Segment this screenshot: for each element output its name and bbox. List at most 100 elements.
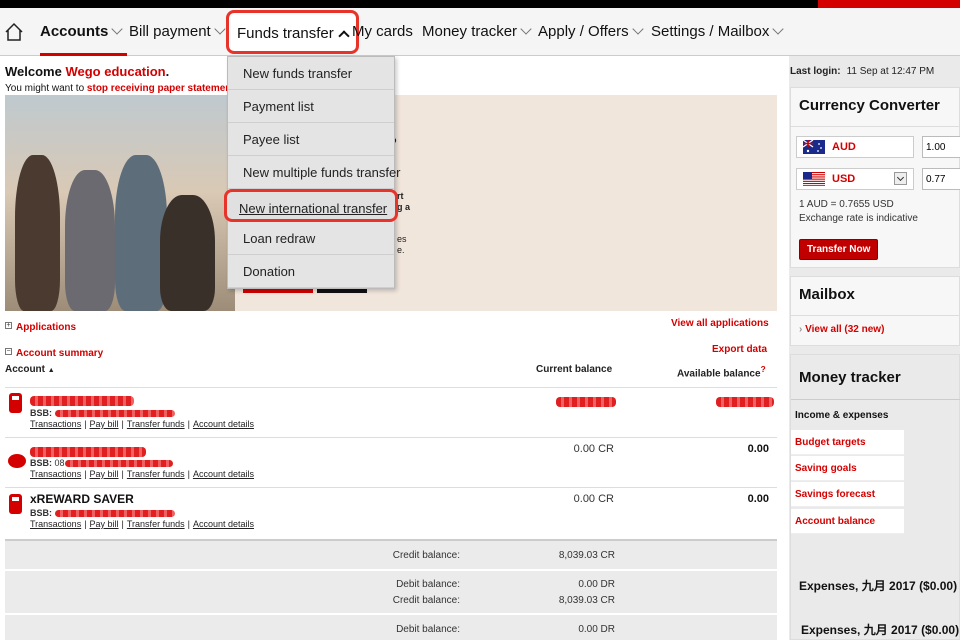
transactions-link[interactable]: Transactions [30, 419, 81, 429]
home-icon[interactable] [4, 8, 24, 56]
currency-converter-panel: Currency Converter AUD USD 1 AUD = 0.765… [790, 87, 960, 268]
nav-apply-offers-label: Apply / Offers [538, 23, 629, 40]
from-currency: AUD [796, 136, 914, 158]
main-nav: Accounts Bill payment Funds transfer My … [0, 8, 960, 56]
nav-accounts[interactable]: Accounts [40, 8, 128, 56]
column-current-balance: Current balance [536, 364, 613, 375]
chevron-down-icon [631, 23, 644, 35]
transactions-link[interactable]: Transactions [30, 469, 81, 479]
chevron-down-icon [772, 23, 785, 35]
saving-goals-link[interactable]: Saving goals [791, 456, 904, 481]
view-all-mail-link[interactable]: › View all (32 new) [799, 324, 884, 335]
nav-funds-transfer-label: Funds transfer [237, 25, 334, 42]
current-balance-redacted [556, 393, 616, 411]
exchange-rate-note: Exchange rate is indicative [799, 213, 918, 224]
total-value: 0.00 DR [578, 579, 615, 590]
account-details-link[interactable]: Account details [193, 519, 254, 529]
calculator-icon [9, 393, 22, 413]
menu-item-new-funds-transfer[interactable]: New funds transfer [228, 57, 394, 90]
expenses-summary: Expenses, 九月 2017 ($0.00) [799, 579, 958, 593]
export-data-link[interactable]: Export data [712, 344, 767, 355]
account-details-link[interactable]: Account details [193, 469, 254, 479]
account-name[interactable]: xREWARD SAVER [30, 492, 134, 506]
menu-item-new-multiple-funds-transfer[interactable]: New multiple funds transfer [228, 156, 401, 189]
applications-label: Applications [16, 322, 77, 333]
nav-funds-transfer[interactable]: Funds transfer [226, 10, 359, 54]
active-indicator [40, 53, 128, 56]
account-links: Transactions | Pay bill | Transfer funds | Acc… [30, 469, 254, 479]
applications-toggle[interactable]: + Applications [5, 317, 76, 335]
chevron-down-icon [894, 172, 907, 185]
menu-item-donation[interactable]: Donation [228, 255, 394, 288]
welcome-suffix: . [165, 64, 170, 79]
available-balance: 0.00 [747, 493, 769, 505]
menu-item-new-international-transfer[interactable]: New international transfer [224, 189, 398, 222]
collapse-icon: − [5, 348, 12, 356]
to-currency-select[interactable]: USD [796, 168, 914, 190]
transfer-funds-link[interactable]: Transfer funds [127, 519, 185, 529]
menu-item-payee-list[interactable]: Payee list [228, 123, 394, 156]
last-login-label: Last login: [790, 66, 841, 77]
stop-paper-statements-link[interactable]: stop receiving paper statements [87, 83, 227, 94]
chevron-down-icon [520, 23, 532, 35]
mailbox-panel: Mailbox › View all (32 new) [790, 276, 960, 346]
nav-bill-payment[interactable]: Bill payment [129, 8, 226, 56]
help-icon[interactable]: ? [761, 364, 766, 374]
income-expenses-heading: Income & expenses [795, 410, 889, 421]
nav-money-tracker[interactable]: Money tracker [422, 8, 532, 56]
bsb-label: BSB: [30, 508, 52, 518]
welcome-name: Wego education [65, 64, 166, 79]
account-summary-toggle[interactable]: − Account summary [5, 343, 103, 361]
expenses-summary: Expenses, 九月 2017 ($0.00) [801, 623, 960, 637]
menu-item-loan-redraw[interactable]: Loan redraw [228, 222, 394, 255]
chevron-up-icon [338, 30, 350, 42]
account-details-link[interactable]: Account details [193, 419, 254, 429]
from-amount-input[interactable] [922, 136, 960, 158]
from-currency-code: AUD [832, 141, 856, 153]
to-currency-code: USD [832, 173, 856, 185]
welcome-message: Welcome Wego education. [5, 64, 169, 79]
column-account[interactable]: Account ▲ [5, 364, 55, 375]
view-all-mail-label: View all (32 new) [805, 324, 885, 335]
nav-my-cards[interactable]: My cards [352, 8, 413, 56]
account-links: Transactions | Pay bill | Transfer funds | Acc… [30, 519, 254, 529]
nav-apply-offers[interactable]: Apply / Offers [538, 8, 644, 56]
calculator-icon [9, 494, 22, 514]
column-available-balance: Available balance? [677, 364, 766, 379]
transfer-now-button[interactable]: Transfer Now [799, 239, 879, 260]
pay-bill-link[interactable]: Pay bill [90, 419, 119, 429]
available-balance: 0.00 [747, 443, 769, 455]
budget-targets-link[interactable]: Budget targets [791, 430, 904, 455]
transactions-link[interactable]: Transactions [30, 519, 81, 529]
banner-text: es [397, 234, 407, 244]
currency-converter-title: Currency Converter [799, 97, 940, 114]
paper-prefix: You might want to [5, 83, 85, 94]
view-all-applications-link[interactable]: View all applications [671, 318, 769, 329]
australia-flag-icon [803, 140, 825, 154]
nav-settings-mailbox-label: Settings / Mailbox [651, 23, 770, 40]
nav-my-cards-label: My cards [352, 23, 413, 40]
to-amount-input[interactable] [922, 168, 960, 190]
savings-forecast-link[interactable]: Savings forecast [791, 482, 904, 507]
balance-summary: Credit balance: 8,039.03 CR Debit balanc… [5, 539, 777, 640]
bsb-label: BSB: [30, 458, 52, 468]
total-value: 0.00 DR [578, 624, 615, 635]
nav-accounts-label: Accounts [40, 23, 109, 40]
divider [5, 487, 777, 488]
total-label: Credit balance: [392, 550, 460, 561]
pay-bill-link[interactable]: Pay bill [90, 469, 119, 479]
pay-bill-link[interactable]: Pay bill [90, 519, 119, 529]
menu-item-payment-list[interactable]: Payment list [228, 90, 394, 123]
account-bsb: BSB: [30, 508, 175, 518]
piggy-bank-icon [8, 454, 26, 468]
transfer-funds-link[interactable]: Transfer funds [127, 469, 185, 479]
column-available-balance-label: Available balance [677, 368, 761, 380]
account-balance-link[interactable]: Account balance [791, 509, 904, 534]
current-balance: 0.00 CR [573, 493, 614, 505]
transfer-funds-link[interactable]: Transfer funds [127, 419, 185, 429]
account-summary-label: Account summary [16, 348, 104, 359]
nav-settings-mailbox[interactable]: Settings / Mailbox [651, 8, 785, 56]
total-label: Debit balance: [396, 624, 460, 635]
chevron-right-icon: › [799, 324, 803, 335]
chevron-down-icon [111, 23, 124, 35]
